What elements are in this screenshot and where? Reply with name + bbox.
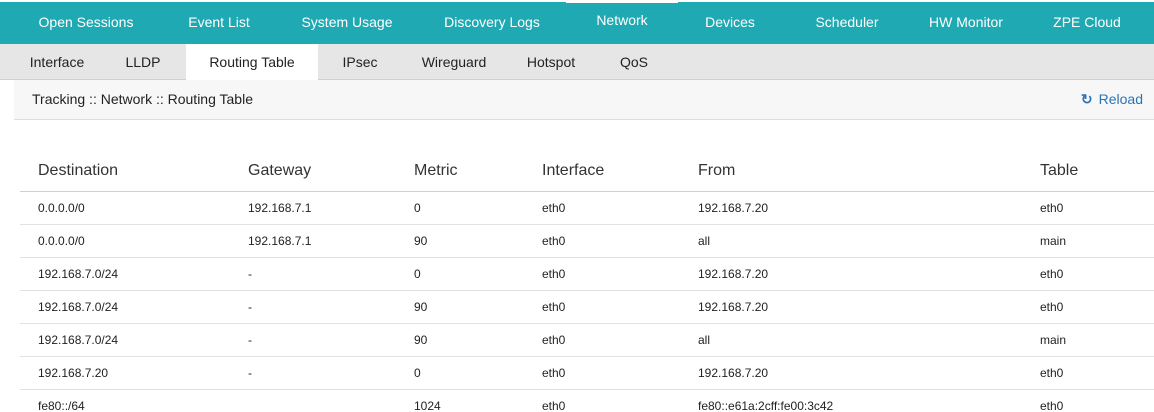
cell-table: eth0 (1040, 201, 1064, 215)
table-header: Destination Gateway Metric Interface Fro… (20, 152, 1154, 192)
cell-from: all (698, 234, 711, 248)
table-row[interactable]: 192.168.7.0/24 - 0 eth0 192.168.7.20 eth… (20, 258, 1154, 291)
cell-interface: eth0 (542, 366, 566, 380)
cell-table: eth0 (1040, 399, 1064, 412)
cell-from: fe80::e61a:2cff:fe00:3c42 (698, 399, 834, 412)
subtab-hotspot[interactable]: Hotspot (506, 44, 596, 80)
table-row[interactable]: 192.168.7.0/24 - 90 eth0 192.168.7.20 et… (20, 291, 1154, 324)
cell-from: 192.168.7.20 (698, 201, 769, 215)
table-row[interactable]: 192.168.7.0/24 - 90 eth0 all main (20, 324, 1154, 357)
tab-event-list[interactable]: Event List (172, 2, 266, 44)
cell-gateway: - (248, 333, 252, 347)
tab-hw-monitor[interactable]: HW Monitor (912, 2, 1020, 44)
cell-from: all (698, 333, 711, 347)
table-row[interactable]: 0.0.0.0/0 192.168.7.1 90 eth0 all main (20, 225, 1154, 258)
left-gutter (0, 80, 14, 412)
table-row[interactable]: 0.0.0.0/0 192.168.7.1 0 eth0 192.168.7.2… (20, 192, 1154, 225)
table-row[interactable]: 192.168.7.20 - 0 eth0 192.168.7.20 eth0 (20, 357, 1154, 390)
tab-network[interactable]: Network (566, 0, 678, 44)
reload-label: Reload (1098, 91, 1143, 107)
cell-gateway: 192.168.7.1 (248, 201, 312, 215)
cell-table: eth0 (1040, 267, 1064, 281)
cell-from: 192.168.7.20 (698, 300, 769, 314)
cell-metric: 90 (414, 234, 428, 248)
cell-table: eth0 (1040, 366, 1064, 380)
breadcrumb-bar: Tracking :: Network :: Routing Table ↻ Re… (14, 80, 1154, 120)
cell-interface: eth0 (542, 300, 566, 314)
column-header-from[interactable]: From (698, 162, 735, 180)
subtab-lldp[interactable]: LLDP (100, 44, 186, 80)
subtab-routing-table[interactable]: Routing Table (186, 44, 318, 81)
cell-interface: eth0 (542, 333, 566, 347)
table-row[interactable]: fe80::/64 1024 eth0 fe80::e61a:2cff:fe00… (20, 390, 1154, 412)
column-header-gateway[interactable]: Gateway (248, 162, 311, 180)
cell-metric: 1024 (414, 399, 441, 412)
column-header-interface[interactable]: Interface (542, 162, 604, 180)
cell-destination: fe80::/64 (38, 399, 85, 412)
cell-metric: 0 (414, 267, 421, 281)
breadcrumb: Tracking :: Network :: Routing Table (32, 91, 253, 107)
column-header-table[interactable]: Table (1040, 162, 1078, 180)
cell-destination: 192.168.7.0/24 (38, 267, 119, 281)
cell-metric: 0 (414, 201, 421, 215)
subtab-interface[interactable]: Interface (14, 44, 100, 80)
routing-table-page: Open Sessions Event List System Usage Di… (0, 0, 1154, 412)
cell-destination: 0.0.0.0/0 (38, 201, 85, 215)
tab-zpe-cloud[interactable]: ZPE Cloud (1030, 2, 1144, 44)
cell-gateway: - (248, 366, 252, 380)
cell-metric: 0 (414, 366, 421, 380)
tab-devices[interactable]: Devices (678, 2, 782, 44)
cell-interface: eth0 (542, 267, 566, 281)
cell-table: main (1040, 234, 1067, 248)
cell-interface: eth0 (542, 201, 566, 215)
refresh-icon: ↻ (1080, 91, 1093, 107)
cell-table: main (1040, 333, 1067, 347)
cell-metric: 90 (414, 333, 428, 347)
cell-destination: 192.168.7.20 (38, 366, 109, 380)
cell-interface: eth0 (542, 399, 566, 412)
tab-discovery-logs[interactable]: Discovery Logs (428, 2, 556, 44)
cell-destination: 0.0.0.0/0 (38, 234, 85, 248)
sub-nav: Interface LLDP Routing Table IPsec Wireg… (0, 44, 1154, 81)
cell-destination: 192.168.7.0/24 (38, 333, 119, 347)
cell-gateway: 192.168.7.1 (248, 234, 312, 248)
column-header-destination[interactable]: Destination (38, 162, 118, 180)
top-nav: Open Sessions Event List System Usage Di… (0, 0, 1154, 44)
tab-scheduler[interactable]: Scheduler (792, 2, 902, 44)
tab-system-usage[interactable]: System Usage (266, 2, 428, 44)
cell-interface: eth0 (542, 234, 566, 248)
cell-metric: 90 (414, 300, 428, 314)
column-header-metric[interactable]: Metric (414, 162, 458, 180)
subtab-qos[interactable]: QoS (596, 44, 672, 80)
cell-from: 192.168.7.20 (698, 267, 769, 281)
tab-open-sessions[interactable]: Open Sessions (0, 2, 172, 44)
cell-gateway: - (248, 300, 252, 314)
reload-button[interactable]: ↻ Reload (1081, 91, 1143, 108)
cell-from: 192.168.7.20 (698, 366, 769, 380)
subtab-wireguard[interactable]: Wireguard (402, 44, 506, 80)
subtab-ipsec[interactable]: IPsec (318, 44, 402, 80)
cell-table: eth0 (1040, 300, 1064, 314)
cell-destination: 192.168.7.0/24 (38, 300, 119, 314)
cell-gateway: - (248, 267, 252, 281)
